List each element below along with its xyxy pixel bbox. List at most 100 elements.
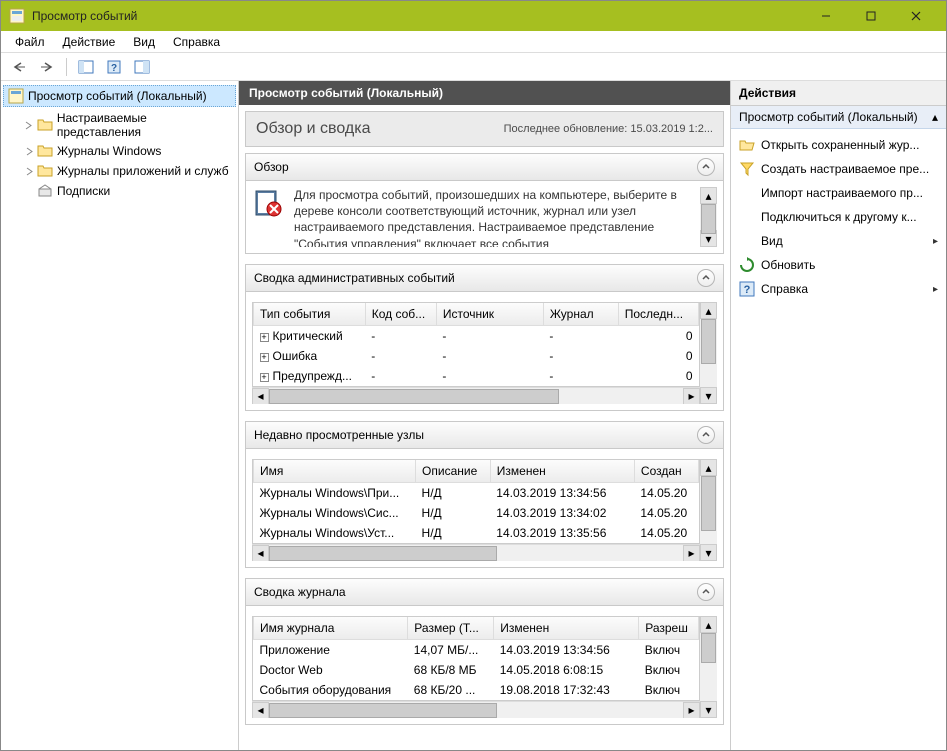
nav-back-button[interactable] <box>7 56 31 78</box>
menu-action[interactable]: Действие <box>55 33 124 51</box>
tree-root[interactable]: Просмотр событий (Локальный) <box>3 85 236 107</box>
refresh-icon <box>739 257 755 273</box>
scroll-right-icon[interactable]: ▸ <box>683 388 700 405</box>
action-create-custom-view[interactable]: Создать настраиваемое пре... <box>733 157 944 181</box>
main-pane: Просмотр событий (Локальный) Обзор и сво… <box>239 81 731 750</box>
scroll-right-icon[interactable]: ▸ <box>683 702 700 719</box>
expand-plus-icon[interactable]: + <box>260 353 269 362</box>
scroll-up-icon[interactable]: ▴ <box>700 187 717 204</box>
actions-group-label: Просмотр событий (Локальный) <box>739 110 918 124</box>
col-journal[interactable]: Журнал <box>543 303 618 326</box>
folder-icon <box>37 143 53 159</box>
admin-events-hscroll[interactable]: ◂ ▸ <box>252 387 700 404</box>
table-row[interactable]: Журналы Windows\Уст... Н/Д 14.03.2019 13… <box>254 523 699 543</box>
journal-summary-hscroll[interactable]: ◂ ▸ <box>252 701 700 718</box>
table-row[interactable]: +Критический - - - 0 <box>254 326 699 347</box>
tree-item-subscriptions[interactable]: Подписки <box>3 181 236 201</box>
action-help[interactable]: ? Справка ▸ <box>733 277 944 301</box>
journal-summary-vscroll[interactable]: ▴ ▾ <box>700 616 717 718</box>
col-journal-name[interactable]: Имя журнала <box>254 617 408 640</box>
help-icon: ? <box>739 281 755 297</box>
expand-icon[interactable] <box>23 119 35 131</box>
tree-item-windows-logs[interactable]: Журналы Windows <box>3 141 236 161</box>
scroll-up-icon[interactable]: ▴ <box>700 459 717 476</box>
minimize-button[interactable] <box>803 1 848 31</box>
action-import-custom-view[interactable]: Импорт настраиваемого пр... <box>733 181 944 205</box>
col-event-type[interactable]: Тип события <box>254 303 366 326</box>
maximize-button[interactable] <box>848 1 893 31</box>
menu-file[interactable]: Файл <box>7 33 53 51</box>
col-source[interactable]: Источник <box>436 303 543 326</box>
expand-plus-icon[interactable]: + <box>260 373 269 382</box>
table-header-row: Имя журнала Размер (Т... Изменен Разреш <box>254 617 699 640</box>
admin-events-head[interactable]: Сводка административных событий <box>246 265 723 292</box>
journal-summary-table: Имя журнала Размер (Т... Изменен Разреш … <box>253 617 699 700</box>
nav-forward-button[interactable] <box>35 56 59 78</box>
scroll-up-icon[interactable]: ▴ <box>700 302 717 319</box>
recent-nodes-vscroll[interactable]: ▴ ▾ <box>700 459 717 561</box>
col-created[interactable]: Создан <box>634 460 698 483</box>
actions-group-head[interactable]: Просмотр событий (Локальный) ▴ <box>731 106 946 129</box>
table-row[interactable]: Приложение 14,07 МБ/... 14.03.2019 13:34… <box>254 640 699 661</box>
action-refresh[interactable]: Обновить <box>733 253 944 277</box>
journal-summary-head[interactable]: Сводка журнала <box>246 579 723 606</box>
expand-icon[interactable] <box>23 165 35 177</box>
col-modified[interactable]: Изменен <box>494 617 639 640</box>
scroll-down-icon[interactable]: ▾ <box>700 387 717 404</box>
overview-head[interactable]: Обзор <box>246 154 723 181</box>
collapse-icon[interactable] <box>697 583 715 601</box>
collapse-up-icon[interactable]: ▴ <box>932 110 938 124</box>
collapse-icon[interactable] <box>697 269 715 287</box>
close-button[interactable] <box>893 1 938 31</box>
expand-icon[interactable] <box>23 145 35 157</box>
action-open-saved-log[interactable]: Открыть сохраненный жур... <box>733 133 944 157</box>
recent-nodes-hscroll[interactable]: ◂ ▸ <box>252 544 700 561</box>
cell-desc: Н/Д <box>416 503 491 523</box>
tree-item-app-logs[interactable]: Журналы приложений и служб <box>3 161 236 181</box>
overview-vscroll[interactable]: ▴ ▾ <box>700 187 717 247</box>
overview-section: Обзор Для просмотра событий, произошедши… <box>245 153 724 254</box>
table-row[interactable]: Doctor Web 68 КБ/8 МБ 14.05.2018 6:08:15… <box>254 660 699 680</box>
scroll-down-icon[interactable]: ▾ <box>700 701 717 718</box>
collapse-icon[interactable] <box>697 158 715 176</box>
table-row[interactable]: Журналы Windows\Сис... Н/Д 14.03.2019 13… <box>254 503 699 523</box>
col-event-code[interactable]: Код соб... <box>365 303 436 326</box>
menu-view[interactable]: Вид <box>125 33 163 51</box>
scroll-down-icon[interactable]: ▾ <box>700 544 717 561</box>
col-name[interactable]: Имя <box>254 460 416 483</box>
scroll-right-icon[interactable]: ▸ <box>683 545 700 562</box>
show-tree-button[interactable] <box>74 56 98 78</box>
cell-last: 0 <box>618 366 698 386</box>
cell-journal: - <box>543 346 618 366</box>
overview-title: Обзор <box>254 160 289 174</box>
tree-item-label: Настраиваемые представления <box>57 111 232 139</box>
menu-help[interactable]: Справка <box>165 33 228 51</box>
col-modified[interactable]: Изменен <box>490 460 634 483</box>
scroll-left-icon[interactable]: ◂ <box>252 545 269 562</box>
table-row[interactable]: +Предупрежд... - - - 0 <box>254 366 699 386</box>
table-row[interactable]: Журналы Windows\При... Н/Д 14.03.2019 13… <box>254 483 699 504</box>
toolbar: ? <box>1 53 946 81</box>
scroll-up-icon[interactable]: ▴ <box>700 616 717 633</box>
admin-events-vscroll[interactable]: ▴ ▾ <box>700 302 717 404</box>
recent-nodes-head[interactable]: Недавно просмотренные узлы <box>246 422 723 449</box>
help-toolbar-button[interactable]: ? <box>102 56 126 78</box>
col-size[interactable]: Размер (Т... <box>408 617 494 640</box>
scroll-left-icon[interactable]: ◂ <box>252 702 269 719</box>
action-label: Вид <box>761 234 927 248</box>
blank-icon <box>739 209 755 225</box>
col-enabled[interactable]: Разреш <box>639 617 699 640</box>
main-scroll[interactable]: Обзор и сводка Последнее обновление: 15.… <box>239 105 730 750</box>
tree-item-custom-views[interactable]: Настраиваемые представления <box>3 109 236 141</box>
col-last[interactable]: Последн... <box>618 303 698 326</box>
expand-plus-icon[interactable]: + <box>260 333 269 342</box>
cell-modified: 14.03.2019 13:34:02 <box>490 503 634 523</box>
table-row[interactable]: События оборудования 68 КБ/20 ... 19.08.… <box>254 680 699 700</box>
scroll-left-icon[interactable]: ◂ <box>252 388 269 405</box>
action-connect-another[interactable]: Подключиться к другому к... <box>733 205 944 229</box>
col-desc[interactable]: Описание <box>416 460 491 483</box>
collapse-icon[interactable] <box>697 426 715 444</box>
table-row[interactable]: +Ошибка - - - 0 <box>254 346 699 366</box>
preview-pane-button[interactable] <box>130 56 154 78</box>
action-view[interactable]: Вид ▸ <box>733 229 944 253</box>
